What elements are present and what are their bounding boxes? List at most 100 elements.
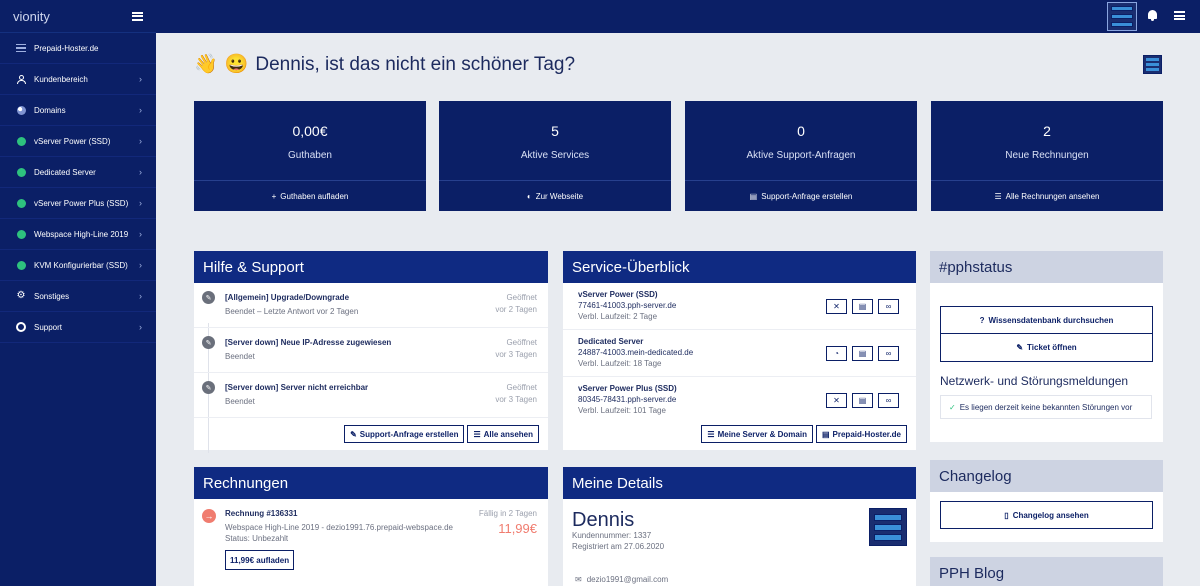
sidebar-item-sonstiges[interactable]: ⚙ Sonstiges ›: [0, 281, 156, 312]
link-icon[interactable]: ∞: [878, 299, 899, 314]
changelog-button[interactable]: ▯ Changelog ansehen: [940, 501, 1153, 529]
tile-action-label: Alle Rechnungen ansehen: [1005, 191, 1100, 201]
wave-emoji-icon: 👋: [194, 54, 218, 75]
link-icon[interactable]: ∞: [878, 346, 899, 361]
mail-icon: ✉: [575, 575, 582, 584]
pphstatus-panel: #pphstatus ? Wissensdatenbank durchsuchen…: [930, 251, 1163, 442]
tile-action-guthaben-aufladen[interactable]: + Guthaben aufladen: [194, 180, 426, 211]
support-list: ✎ [Allgemein] Upgrade/Downgrade Beendet …: [194, 283, 548, 453]
tools-icon[interactable]: ✕: [826, 299, 847, 314]
chevron-right-icon: ›: [139, 136, 142, 146]
tile-action-support-anfrage[interactable]: ▤ Support-Anfrage erstellen: [685, 180, 917, 211]
invoices-panel: Rechnungen → Rechnung #136331 Webspace H…: [194, 467, 548, 586]
tile-action-label: Guthaben aufladen: [280, 191, 349, 201]
changelog-panel: Changelog ▯ Changelog ansehen: [930, 460, 1163, 542]
ticket-subtitle: Beendet: [225, 397, 255, 406]
sidebar-item-label: Kundenbereich: [34, 74, 88, 84]
gears-icon: ⚙: [16, 290, 26, 301]
blog-panel: PPH Blog: [930, 557, 1163, 586]
sidebar-item-label: Support: [34, 322, 63, 332]
chevron-right-icon: ›: [139, 74, 142, 84]
ticket-title: [Server down] Server nicht erreichbar: [225, 383, 369, 392]
knowledgebase-button[interactable]: ? Wissensdatenbank durchsuchen: [940, 306, 1153, 334]
status-dot-icon: [16, 136, 26, 146]
menu-icon[interactable]: [1174, 11, 1185, 20]
details-title: Meine Details: [563, 467, 916, 499]
sidebar-item-vserver-power[interactable]: vServer Power (SSD) ›: [0, 126, 156, 157]
chevron-right-icon: ›: [139, 229, 142, 239]
tile-value: 2: [1043, 123, 1051, 139]
support-panel-title: Hilfe & Support: [194, 251, 548, 283]
invoice-description: Webspace High-Line 2019 - dezio1991.76.p…: [225, 523, 454, 532]
ticket-title: [Allgemein] Upgrade/Downgrade: [225, 293, 350, 302]
details-icon[interactable]: ▤: [852, 346, 873, 361]
tile-label: Neue Rechnungen: [1005, 150, 1089, 161]
smile-emoji-icon: 😀: [224, 54, 249, 75]
sidebar-item-kundenbereich[interactable]: Kundenbereich ›: [0, 64, 156, 95]
sidebar-toggle-icon[interactable]: [132, 11, 143, 21]
details-icon[interactable]: ▤: [852, 299, 873, 314]
sidebar-item-domains[interactable]: Domains ›: [0, 95, 156, 126]
tile-action-alle-rechnungen[interactable]: ☰ Alle Rechnungen ansehen: [931, 180, 1163, 211]
link-icon[interactable]: ∞: [878, 393, 899, 408]
prepaid-hoster-button[interactable]: ▤ Prepaid-Hoster.de: [815, 425, 907, 443]
tile-action-label: Zur Webseite: [535, 191, 584, 201]
globe-icon: [16, 105, 26, 115]
details-name: Dennis: [572, 509, 635, 531]
arrow-right-icon: →: [202, 509, 216, 523]
sidebar-item-kvm[interactable]: KVM Konfigurierbar (SSD) ›: [0, 250, 156, 281]
service-runtime: Verbl. Laufzeit: 101 Tage: [578, 406, 666, 415]
open-ticket-button[interactable]: ✎ Ticket öffnen: [940, 334, 1153, 362]
status-dot-icon: [16, 229, 26, 239]
my-servers-button[interactable]: ☰ Meine Server & Domain: [701, 425, 813, 443]
lifebuoy-icon: [16, 322, 26, 332]
sidebar-item-vserver-power-plus[interactable]: vServer Power Plus (SSD) ›: [0, 188, 156, 219]
ticket-icon: ✎: [202, 381, 215, 394]
ticket-title: [Server down] Neue IP-Adresse zugewiesen: [225, 338, 392, 347]
customer-avatar-icon: [869, 508, 907, 546]
pphstatus-buttons: ? Wissensdatenbank durchsuchen ✎ Ticket öf…: [940, 306, 1153, 362]
service-name: Dedicated Server: [578, 337, 644, 346]
tile-label: Guthaben: [288, 150, 332, 161]
tile-services: 5 Aktive Services ◐ Zur Webseite: [439, 101, 671, 211]
chevron-right-icon: ›: [139, 322, 142, 332]
tile-value: 5: [551, 123, 559, 139]
pphstatus-title: #pphstatus: [930, 251, 1163, 283]
create-ticket-button[interactable]: ✎ Support-Anfrage erstellen: [344, 425, 465, 443]
brand-name[interactable]: vionity: [13, 9, 50, 24]
details-icon: ▤: [821, 429, 830, 439]
all-tickets-button[interactable]: ☰ Alle ansehen: [467, 425, 539, 443]
invoices-title: Rechnungen: [194, 467, 548, 499]
details-email: dezio1991@gmail.com: [586, 575, 669, 584]
layout-toggle-icon[interactable]: [1143, 55, 1162, 74]
document-icon: ▯: [1004, 510, 1009, 520]
tile-label: Aktive Services: [520, 150, 590, 161]
support-ticket[interactable]: ✎ [Allgemein] Upgrade/Downgrade Beendet …: [194, 283, 548, 328]
topbar: [156, 0, 1200, 33]
sidebar-item-label: vServer Power (SSD): [34, 136, 111, 146]
tile-action-label: Support-Anfrage erstellen: [761, 191, 853, 201]
status-dot-icon: [16, 260, 26, 270]
support-ticket[interactable]: ✎ [Server down] Neue IP-Adresse zugewies…: [194, 328, 548, 373]
ticket-status: Geöffnet vor 3 Tagen: [495, 338, 537, 359]
support-ticket[interactable]: ✎ [Server down] Server nicht erreichbar …: [194, 373, 548, 418]
bell-icon[interactable]: [1147, 10, 1158, 22]
sidebar-item-dedicated-server[interactable]: Dedicated Server ›: [0, 157, 156, 188]
list-icon: ☰: [473, 429, 481, 439]
chevron-right-icon: ›: [139, 105, 142, 115]
tile-action-zur-webseite[interactable]: ◐ Zur Webseite: [439, 180, 671, 211]
ticket-icon: ✎: [202, 336, 215, 349]
sidebar-item-label: vServer Power Plus (SSD): [34, 198, 129, 208]
list-icon: ☰: [994, 191, 1002, 201]
account-logo-icon[interactable]: [1107, 2, 1137, 31]
invoice-title[interactable]: Rechnung #136331: [225, 509, 297, 518]
details-icon[interactable]: ▤: [852, 393, 873, 408]
status-dot-icon: [16, 198, 26, 208]
tile-guthaben: 0,00€ Guthaben + Guthaben aufladen: [194, 101, 426, 211]
sidebar-item-webspace[interactable]: Webspace High-Line 2019 ›: [0, 219, 156, 250]
sidebar-item-support[interactable]: Support ›: [0, 312, 156, 343]
pay-invoice-button[interactable]: 11,99€ aufladen: [225, 550, 295, 570]
sidebar-item-prepaid-hoster[interactable]: Prepaid-Hoster.de: [0, 33, 156, 64]
dashboard-icon[interactable]: ◔: [826, 346, 847, 361]
tools-icon[interactable]: ✕: [826, 393, 847, 408]
